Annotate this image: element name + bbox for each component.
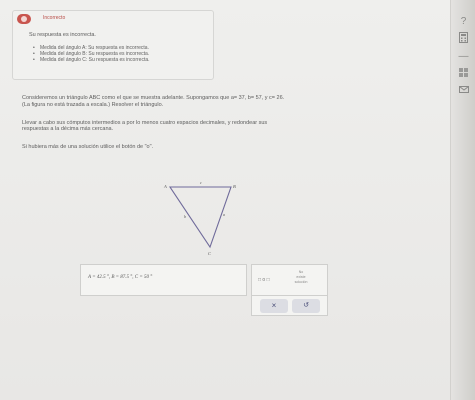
side-a-label: a	[223, 212, 225, 217]
undo-button[interactable]: ↺	[292, 299, 320, 313]
triangle-figure: A B C c b a	[163, 180, 236, 256]
calculator-icon[interactable]	[457, 32, 470, 45]
dash-icon[interactable]: —	[457, 50, 470, 63]
action-buttons: × ↺	[251, 296, 328, 316]
answer-input-box[interactable]: A = 42.5 °, B = 87.5 °, C = 50 °	[80, 264, 247, 296]
right-sidebar: ? —	[450, 0, 475, 400]
help-icon[interactable]: ?	[457, 15, 470, 28]
vertex-c-label: C	[208, 251, 212, 256]
answer-options-panel: □ o □ No existe solución	[251, 264, 328, 296]
instructions-line-2: respuestas a la décima más cercana.	[22, 126, 114, 132]
vertex-b-label: B	[233, 184, 236, 189]
problem-statement-line-1: Consideremos un triángulo ABC como el qu…	[22, 95, 285, 101]
vertex-a-label: A	[163, 184, 167, 189]
instructions-or-button: Si hubiera más de una solución utilice e…	[22, 144, 154, 150]
feedback-list: Medida del ángulo A: Su respuesta es inc…	[33, 45, 150, 63]
or-button[interactable]: □ o □	[258, 277, 270, 283]
triangle-shape	[168, 186, 232, 249]
feedback-message: Su respuesta es incorrecta.	[29, 32, 96, 38]
no-solution-button[interactable]: No existe solución	[282, 270, 320, 285]
problem-page: Incorrecto Su respuesta es incorrecta. M…	[0, 0, 450, 400]
no-solution-line-3: solución	[294, 280, 308, 284]
x-circle-icon	[21, 16, 27, 22]
grid-icon[interactable]	[457, 68, 470, 81]
incorrect-badge	[17, 14, 31, 24]
answer-value[interactable]: A = 42.5 °, B = 87.5 °, C = 50 °	[88, 275, 152, 280]
mail-icon[interactable]	[457, 84, 470, 97]
side-b-label: b	[184, 214, 186, 219]
feedback-title: Incorrecto	[43, 15, 66, 21]
feedback-item-angle-c: Medida del ángulo C: Su respuesta es inc…	[33, 57, 150, 63]
side-c-label: c	[200, 180, 202, 185]
feedback-panel: Incorrecto Su respuesta es incorrecta. M…	[12, 10, 214, 80]
clear-button[interactable]: ×	[260, 299, 288, 313]
problem-statement-line-2: (La figura no está trazada a escala.) Re…	[22, 102, 164, 108]
